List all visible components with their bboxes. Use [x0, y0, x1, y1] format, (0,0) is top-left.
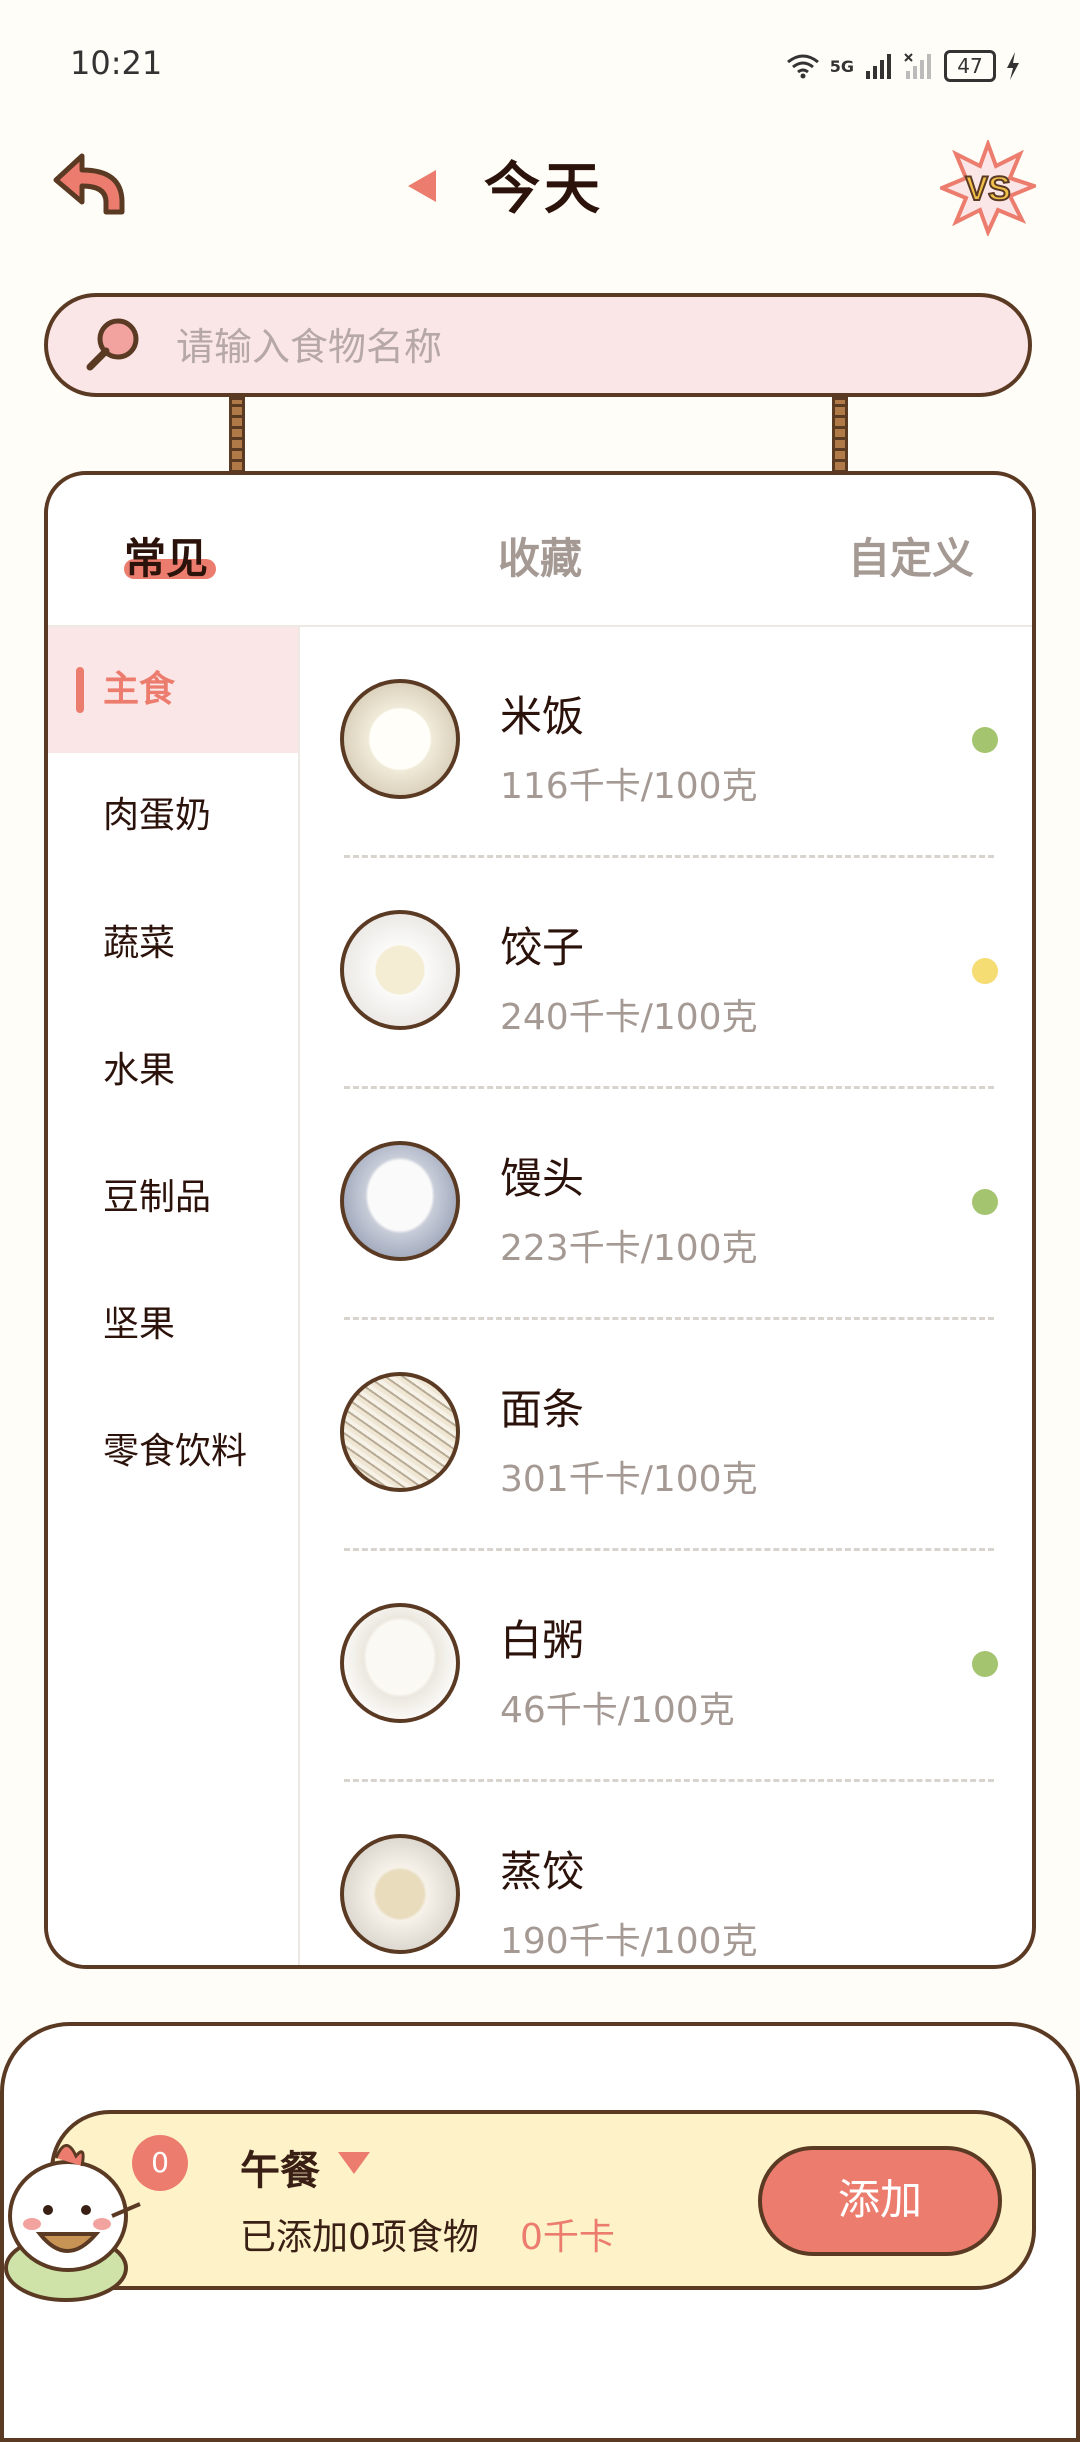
- food-name: 米饭: [500, 692, 585, 741]
- tab-custom[interactable]: 自定义: [848, 525, 974, 586]
- category-label: 坚果: [103, 1304, 176, 1345]
- hanger-right: [832, 397, 848, 473]
- food-item[interactable]: 馒头 223千卡/100克: [300, 1089, 1032, 1320]
- prev-day-arrow[interactable]: [408, 170, 436, 202]
- vs-button[interactable]: VS: [940, 140, 1036, 236]
- food-item[interactable]: 面条 301千卡/100克: [300, 1320, 1032, 1551]
- food-item[interactable]: 蒸饺 190千卡/100克: [300, 1782, 1032, 1965]
- tab-common[interactable]: 常见: [124, 525, 208, 586]
- food-item[interactable]: 米饭 116千卡/100克: [300, 627, 1032, 858]
- food-name: 饺子: [500, 923, 585, 972]
- food-calories: 190千卡/100克: [500, 1921, 758, 1962]
- meal-calories: 0千卡: [520, 2217, 615, 2258]
- food-calories: 116千卡/100克: [500, 766, 758, 807]
- back-arrow-icon: [53, 153, 125, 215]
- food-card: 常见 收藏 自定义 主食 肉蛋奶 蔬菜 水果 豆制品 坚果 零食饮料 米饭 11…: [44, 471, 1036, 1969]
- tab-bar: 常见 收藏 自定义: [48, 475, 1032, 627]
- food-thumbnail: [340, 1141, 460, 1261]
- food-thumbnail: [340, 1603, 460, 1723]
- status-icons: 5G 47: [786, 50, 1020, 82]
- category-snacks-drinks[interactable]: 零食饮料: [48, 1389, 298, 1515]
- search-bar[interactable]: [44, 293, 1032, 397]
- category-fruit[interactable]: 水果: [48, 1008, 298, 1134]
- health-indicator-dot: [972, 727, 998, 753]
- chicken-mascot-icon: [4, 2144, 141, 2302]
- page-title: 今天: [484, 157, 604, 222]
- food-name: 蒸饺: [500, 1847, 585, 1896]
- add-button[interactable]: 添加: [758, 2146, 1002, 2256]
- category-vegetables[interactable]: 蔬菜: [48, 881, 298, 1007]
- food-calories: 301千卡/100克: [500, 1459, 758, 1500]
- signal-icon: [866, 54, 891, 79]
- back-button[interactable]: [44, 140, 134, 230]
- food-calories: 240千卡/100克: [500, 997, 758, 1038]
- signal-off-icon: [904, 53, 931, 79]
- search-icon: [86, 318, 139, 371]
- wifi-icon: [786, 54, 819, 79]
- category-meat-egg-milk[interactable]: 肉蛋奶: [48, 753, 298, 879]
- food-calories: 223千卡/100克: [500, 1228, 758, 1269]
- food-thumbnail: [340, 1834, 460, 1954]
- food-list: 米饭 116千卡/100克 饺子 240千卡/100克 馒头 223千卡/100…: [300, 627, 1032, 1965]
- health-indicator-dot: [972, 1189, 998, 1215]
- tab-favorites[interactable]: 收藏: [498, 525, 582, 586]
- category-nuts[interactable]: 坚果: [48, 1262, 298, 1388]
- food-calories: 46千卡/100克: [500, 1690, 735, 1731]
- network-label: 5G: [829, 56, 854, 76]
- meal-count-badge: 0: [132, 2135, 188, 2191]
- health-indicator-dot: [972, 1651, 998, 1677]
- category-active-marker: [76, 667, 84, 713]
- battery-icon: 47: [944, 50, 996, 82]
- food-item[interactable]: 白粥 46千卡/100克: [300, 1551, 1032, 1782]
- meal-selector[interactable]: 午餐: [240, 2138, 320, 2196]
- svg-text:VS: VS: [965, 170, 1010, 208]
- category-sidebar: 主食 肉蛋奶 蔬菜 水果 豆制品 坚果 零食饮料: [48, 627, 300, 1965]
- category-label: 水果: [103, 1050, 176, 1091]
- food-thumbnail: [340, 679, 460, 799]
- category-label: 零食饮料: [103, 1431, 248, 1472]
- category-soy[interactable]: 豆制品: [48, 1135, 298, 1261]
- status-time: 10:21: [70, 44, 163, 82]
- food-name: 白粥: [500, 1616, 585, 1665]
- search-input[interactable]: [174, 317, 978, 377]
- hanger-left: [229, 397, 245, 473]
- food-thumbnail: [340, 910, 460, 1030]
- food-name: 馒头: [500, 1154, 585, 1203]
- food-item[interactable]: 饺子 240千卡/100克: [300, 858, 1032, 1089]
- category-label: 豆制品: [103, 1177, 212, 1218]
- charging-icon: [1007, 52, 1019, 80]
- category-label: 主食: [103, 669, 176, 710]
- category-staple[interactable]: 主食: [48, 627, 298, 753]
- food-name: 面条: [500, 1385, 585, 1434]
- health-indicator-dot: [972, 958, 998, 984]
- food-thumbnail: [340, 1372, 460, 1492]
- category-label: 蔬菜: [103, 923, 176, 964]
- meal-summary-text: 已添加0项食物: [240, 2217, 479, 2258]
- category-label: 肉蛋奶: [103, 795, 212, 836]
- chevron-down-icon[interactable]: [338, 2152, 370, 2174]
